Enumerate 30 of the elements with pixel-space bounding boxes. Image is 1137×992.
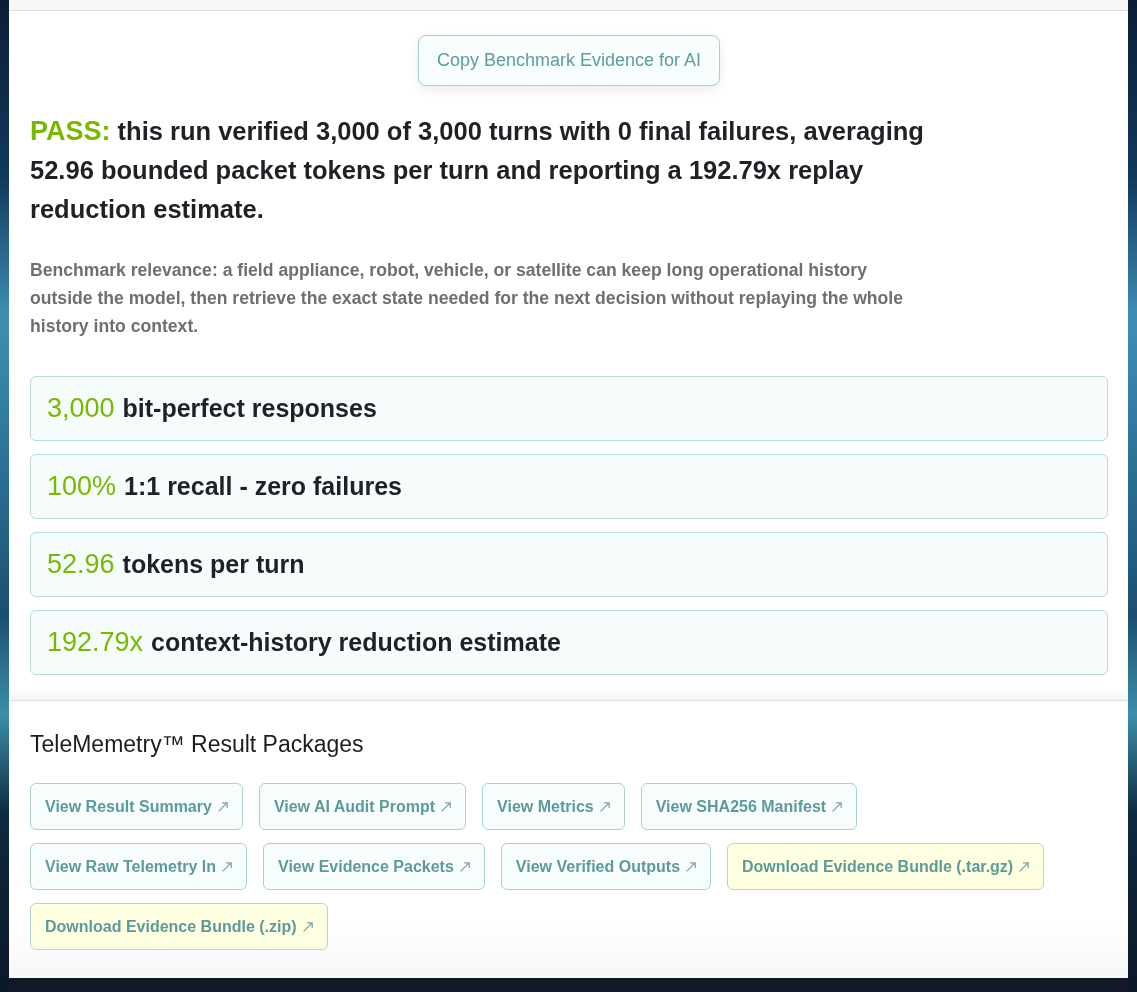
arrow-icon (459, 861, 470, 872)
arrow-icon (832, 801, 843, 812)
view-link-button[interactable]: View AI Audit Prompt (258, 783, 467, 830)
relevance-paragraph: Benchmark relevance: a field appliance, robot, vehicle, or satellite can keep long operational history outside the model, then retrieve the exact state needed for the next decision without replaying the whole history into context. (30, 259, 904, 338)
arrow-icon (441, 801, 452, 812)
view-link-button[interactable]: View SHA256 Manifest (640, 783, 858, 830)
metric-label: 1:1 recall - zero failures (124, 472, 402, 501)
download-link-button[interactable]: Download Evidence Bundle (.tar.gz) (727, 843, 1045, 890)
arrow-icon (599, 801, 610, 812)
view-link-button[interactable]: View Result Summary (30, 783, 243, 830)
summary-heading: PASS: this run verified 3,000 of 3,000 turns with 0 final failures, averaging 52.96 bounded packet tokens per turn and reporting a 192.79x replay reduction estimate. (30, 115, 925, 225)
metric-label: bit-perfect responses (122, 394, 377, 423)
metric-label: context-history reduction estimate (151, 628, 561, 657)
view-link-button[interactable]: View Evidence Packets (263, 843, 485, 890)
metric-label: tokens per turn (122, 550, 305, 579)
arrow-icon (217, 801, 228, 812)
view-link-button[interactable]: View Metrics (482, 783, 625, 830)
metric-value: 100% (47, 471, 117, 502)
copy-evidence-button[interactable]: Copy Benchmark Evidence for AI (417, 35, 721, 86)
arrow-icon (1019, 861, 1030, 872)
metric-value: 3,000 (47, 393, 115, 424)
arrow-icon (686, 861, 697, 872)
view-link-button[interactable]: View Raw Telemetry In (30, 843, 248, 890)
metric-value: 192.79x (47, 627, 144, 658)
arrow-icon (302, 921, 313, 932)
view-link-button[interactable]: View Verified Outputs (500, 843, 712, 890)
section-title: TeleMemetry™ Result Packages (30, 730, 365, 759)
arrow-icon (222, 861, 233, 872)
metric-value: 52.96 (47, 549, 115, 580)
download-link-button[interactable]: Download Evidence Bundle (.zip) (30, 903, 328, 950)
